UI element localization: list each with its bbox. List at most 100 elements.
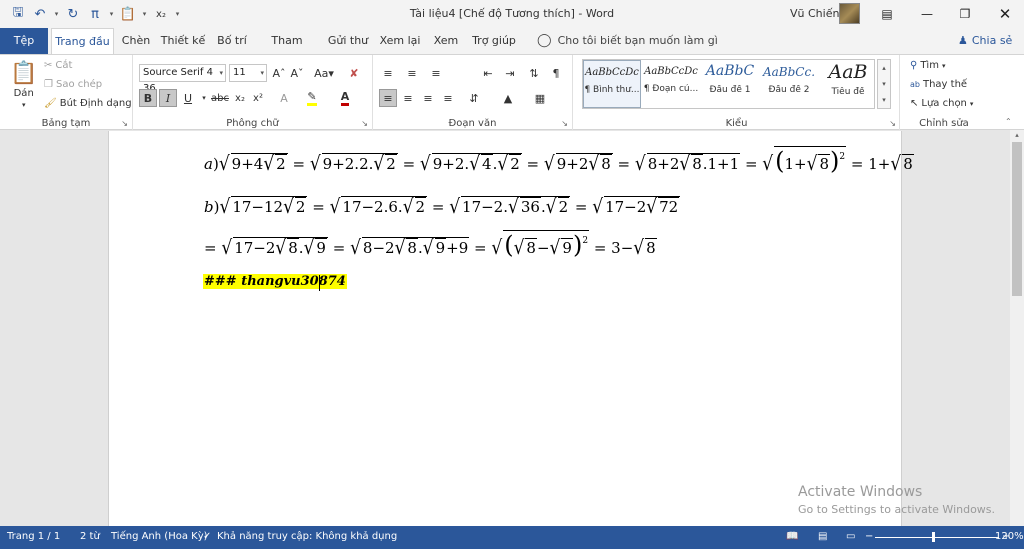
tab-file[interactable]: Tệp bbox=[0, 28, 48, 54]
chevron-up-icon[interactable]: ▴ bbox=[882, 64, 886, 72]
word-count[interactable]: 2 từ bbox=[80, 531, 100, 542]
zoom-level[interactable]: 120% bbox=[995, 531, 1024, 542]
tab-insert[interactable]: Chèn bbox=[118, 28, 154, 54]
subscript-button[interactable]: x₂ bbox=[231, 89, 249, 107]
show-marks-icon[interactable]: ¶ bbox=[547, 64, 565, 82]
copy-icon: ❐ bbox=[44, 79, 53, 90]
clipboard-launcher-icon[interactable]: ↘ bbox=[121, 119, 128, 128]
justify-button[interactable]: ≡ bbox=[439, 89, 457, 107]
decrease-indent-icon[interactable]: ⇤ bbox=[479, 64, 497, 82]
chevron-down-icon[interactable]: ▾ bbox=[882, 80, 886, 88]
strikethrough-button[interactable]: abc bbox=[211, 89, 229, 107]
save-icon[interactable]: 🖫 bbox=[8, 4, 28, 24]
style-sample: AaBbCc. bbox=[762, 65, 816, 79]
print-layout-icon[interactable]: ▤ bbox=[818, 531, 827, 542]
text-effects-icon[interactable]: A bbox=[275, 89, 293, 107]
borders-icon[interactable]: ▦ bbox=[531, 89, 549, 107]
numbering-icon[interactable]: ≡ bbox=[403, 64, 421, 82]
paste-dropdown-icon[interactable]: ▾ bbox=[140, 10, 149, 18]
paste-button[interactable]: 📋 Dán ▾ bbox=[10, 61, 37, 109]
style-heading-1[interactable]: AaBbC Đầu đề 1 bbox=[701, 60, 759, 108]
more-icon[interactable]: ▾ bbox=[882, 96, 886, 104]
style-normal[interactable]: AaBbCcDc ¶ Bình thư... bbox=[583, 60, 641, 108]
restore-icon[interactable]: ❐ bbox=[945, 0, 985, 28]
undo-dropdown-icon[interactable]: ▾ bbox=[52, 10, 61, 18]
tab-mailings[interactable]: Gửi thư bbox=[326, 28, 370, 54]
bullets-icon[interactable]: ≡ bbox=[379, 64, 397, 82]
multilevel-list-icon[interactable]: ≡ bbox=[427, 64, 445, 82]
style-title[interactable]: AaB Tiêu đề bbox=[819, 60, 877, 108]
web-layout-icon[interactable]: ▭ bbox=[846, 531, 855, 542]
ribbon-display-icon[interactable]: ▤ bbox=[867, 0, 907, 28]
font-color-icon[interactable]: A bbox=[336, 89, 354, 107]
italic-button[interactable]: I bbox=[159, 89, 177, 107]
tab-design[interactable]: Thiết kế bbox=[160, 28, 206, 54]
undo-icon[interactable]: ↶ bbox=[30, 4, 50, 24]
quick-access-toolbar: 🖫 ↶ ▾ ↻ π ▾ 📋 ▾ x₂ ▾ bbox=[8, 4, 182, 24]
change-case-button[interactable]: Aa▾ bbox=[311, 64, 337, 82]
replace-label: Thay thế bbox=[922, 79, 968, 90]
redo-icon[interactable]: ↻ bbox=[63, 4, 83, 24]
tab-references[interactable]: Tham khảo bbox=[258, 28, 316, 73]
grow-font-button[interactable]: Aˆ bbox=[270, 64, 288, 82]
replace-button[interactable]: ab Thay thế bbox=[910, 79, 967, 90]
clear-formatting-icon[interactable]: ✘ bbox=[345, 64, 363, 82]
scrollbar-thumb[interactable] bbox=[1012, 142, 1022, 296]
share-button[interactable]: ♟ Chia sẻ bbox=[958, 34, 1012, 47]
tab-review[interactable]: Xem lại bbox=[378, 28, 422, 54]
page-count[interactable]: Trang 1 / 1 bbox=[7, 531, 60, 542]
zoom-slider-thumb[interactable] bbox=[932, 532, 936, 542]
document-page[interactable] bbox=[108, 131, 902, 526]
superscript-button[interactable]: x² bbox=[249, 89, 267, 107]
bold-button[interactable]: B bbox=[139, 89, 157, 107]
tab-view[interactable]: Xem bbox=[430, 28, 462, 54]
avatar[interactable] bbox=[839, 3, 860, 24]
tell-me-search[interactable]: ◯ Cho tôi biết bạn muốn làm gì bbox=[537, 33, 718, 48]
format-painter-button[interactable]: 🖌 Bút Định dạng bbox=[44, 98, 132, 109]
font-name-box[interactable]: Source Serif 4 36 ▾ bbox=[139, 64, 226, 94]
sort-icon[interactable]: ⇅ bbox=[525, 64, 543, 82]
zoom-slider[interactable] bbox=[875, 537, 999, 538]
paste-icon[interactable]: 📋 bbox=[118, 4, 138, 24]
copy-button[interactable]: ❐ Sao chép bbox=[44, 79, 102, 90]
equation-b-line2: = √ 17−2√ 8.√ 9 = √ 8−2√ 8.√ 9+9 = √(√ 8−√ 9)2 =… bbox=[204, 230, 657, 260]
zoom-out-icon[interactable]: − bbox=[865, 531, 873, 542]
shading-icon[interactable]: ▲ bbox=[499, 89, 517, 107]
align-left-button[interactable]: ≡ bbox=[379, 89, 397, 107]
style-name: Đầu đề 2 bbox=[768, 85, 810, 95]
style-heading-2[interactable]: AaBbCc. Đầu đề 2 bbox=[760, 60, 818, 108]
text-cursor bbox=[319, 275, 320, 291]
select-button[interactable]: ↖ Lựa chọn ▾ bbox=[910, 98, 973, 109]
styles-scroll[interactable]: ▴ ▾ ▾ bbox=[877, 59, 891, 109]
collapse-ribbon-icon[interactable]: ⌃ bbox=[1005, 117, 1012, 126]
accessibility-status[interactable]: Khả năng truy cập: Không khả dụng bbox=[217, 531, 397, 542]
scroll-up-icon[interactable]: ▴ bbox=[1010, 131, 1024, 139]
pi-dropdown-icon[interactable]: ▾ bbox=[107, 10, 116, 18]
style-list-paragraph[interactable]: AaBbCcDc ¶ Đoạn củ... bbox=[642, 60, 700, 108]
shrink-font-button[interactable]: Aˇ bbox=[288, 64, 306, 82]
close-icon[interactable]: ✕ bbox=[985, 0, 1024, 28]
align-right-button[interactable]: ≡ bbox=[419, 89, 437, 107]
language[interactable]: Tiếng Anh (Hoa Kỳ) bbox=[111, 531, 208, 542]
style-name: Đầu đề 1 bbox=[709, 85, 751, 95]
highlighted-text[interactable]: ### thangvu30874 bbox=[203, 274, 347, 289]
minimize-icon[interactable]: — bbox=[907, 0, 947, 28]
font-size-box[interactable]: 11 ▾ bbox=[229, 64, 267, 82]
font-group: Source Serif 4 36 ▾ 11 ▾ Aˆ Aˇ Aa▾ ✘ B I… bbox=[133, 55, 373, 131]
line-spacing-icon[interactable]: ⇵ bbox=[465, 89, 483, 107]
subscript-button[interactable]: x₂ bbox=[151, 4, 171, 24]
customize-toolbar-icon[interactable]: ▾ bbox=[173, 10, 182, 18]
pi-symbol-button[interactable]: π bbox=[85, 4, 105, 24]
tab-help[interactable]: Trợ giúp bbox=[470, 28, 518, 54]
tab-layout[interactable]: Bố trí bbox=[214, 28, 250, 54]
tab-home[interactable]: Trang đầu bbox=[51, 28, 114, 55]
font-launcher-icon[interactable]: ↘ bbox=[361, 119, 368, 128]
user-name[interactable]: Vũ Chiến bbox=[790, 7, 839, 20]
highlight-icon[interactable]: ✎ bbox=[303, 89, 321, 107]
cut-button[interactable]: ✂ Cắt bbox=[44, 60, 72, 71]
align-center-button[interactable]: ≡ bbox=[399, 89, 417, 107]
find-button[interactable]: ⚲ Tìm ▾ bbox=[910, 60, 945, 71]
paragraph-launcher-icon[interactable]: ↘ bbox=[561, 119, 568, 128]
read-mode-icon[interactable]: 📖 bbox=[786, 531, 798, 542]
increase-indent-icon[interactable]: ⇥ bbox=[501, 64, 519, 82]
